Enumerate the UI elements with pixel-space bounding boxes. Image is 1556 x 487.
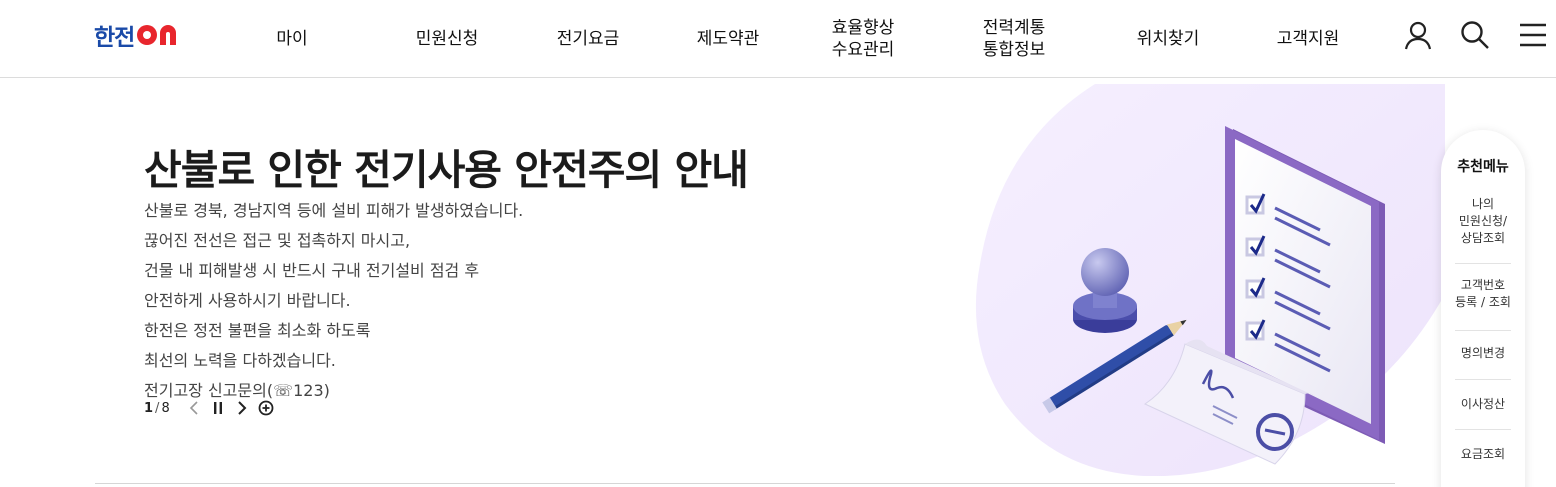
- hero-line: 건물 내 피해발생 시 반드시 구내 전기설비 점검 후: [144, 261, 480, 280]
- logo-text: 한전: [94, 25, 135, 51]
- prev-slide-icon[interactable]: [184, 398, 204, 418]
- nav-civil-application[interactable]: 민원신청: [402, 0, 492, 78]
- hero-line: 산불로 경북, 경남지역 등에 설비 피해가 발생하였습니다.: [144, 201, 524, 220]
- hero-title: 산불로 인한 전기사용 안전주의 안내: [144, 146, 749, 194]
- pause-icon[interactable]: [208, 398, 228, 418]
- nav-grid-info[interactable]: 전력계통 통합정보: [969, 0, 1059, 78]
- rec-separator: [1455, 330, 1511, 331]
- recommended-menu: 추천메뉴 나의 민원신청/ 상담조회 고객번호 등록 / 조회 명의변경 이사정…: [1441, 130, 1525, 487]
- site-header: 한전 마이 민원신청 전기요금 제도약관 효율향상 수요관리 전력계통 통합정보…: [0, 0, 1556, 78]
- rec-separator: [1455, 429, 1511, 430]
- hero-line: 최선의 노력을 다하겠습니다.: [144, 351, 336, 370]
- nav-customer-support[interactable]: 고객지원: [1263, 0, 1353, 78]
- rec-item-move-settlement[interactable]: 이사정산: [1455, 393, 1511, 415]
- hero-description: 산불로 경북, 경남지역 등에 설비 피해가 발생하였습니다. 끊어진 전선은 …: [144, 196, 523, 406]
- pager-current: 1: [144, 400, 154, 416]
- pager-separator: /: [155, 400, 160, 416]
- slide-pager: 1 / 8: [144, 398, 276, 418]
- search-icon[interactable]: [1459, 19, 1491, 51]
- rec-item-rate-inquiry[interactable]: 요금조회: [1455, 443, 1511, 465]
- rec-item-name-change[interactable]: 명의변경: [1455, 342, 1511, 364]
- rec-separator: [1455, 379, 1511, 380]
- hero-line: 한전은 정전 불편을 최소화 하도록: [144, 321, 371, 340]
- rec-item-customer-number[interactable]: 고객번호 등록 / 조회: [1455, 275, 1511, 313]
- menu-icon[interactable]: [1517, 19, 1549, 51]
- rec-item-my-applications[interactable]: 나의 민원신청/ 상담조회: [1455, 192, 1511, 250]
- nav-my[interactable]: 마이: [252, 0, 332, 78]
- plus-circle-icon[interactable]: [256, 398, 276, 418]
- nav-electric-rates[interactable]: 전기요금: [543, 0, 633, 78]
- nav-location[interactable]: 위치찾기: [1123, 0, 1213, 78]
- recommended-menu-title: 추천메뉴: [1457, 159, 1509, 175]
- nav-regulations[interactable]: 제도약관: [683, 0, 773, 78]
- hero-line: 끊어진 전선은 접근 및 접촉하지 마시고,: [144, 231, 411, 250]
- hero-line: 안전하게 사용하시기 바랍니다.: [144, 291, 351, 310]
- user-icon[interactable]: [1402, 19, 1434, 51]
- document-stamp-illustration: [975, 84, 1445, 477]
- next-slide-icon[interactable]: [232, 398, 252, 418]
- kepco-on-logo[interactable]: 한전: [94, 20, 182, 51]
- pager-total: 8: [161, 400, 170, 416]
- logo-on-mark: [136, 23, 182, 47]
- section-divider: [95, 483, 1395, 484]
- rec-separator: [1455, 263, 1511, 264]
- nav-efficiency-demand[interactable]: 효율향상 수요관리: [818, 0, 908, 78]
